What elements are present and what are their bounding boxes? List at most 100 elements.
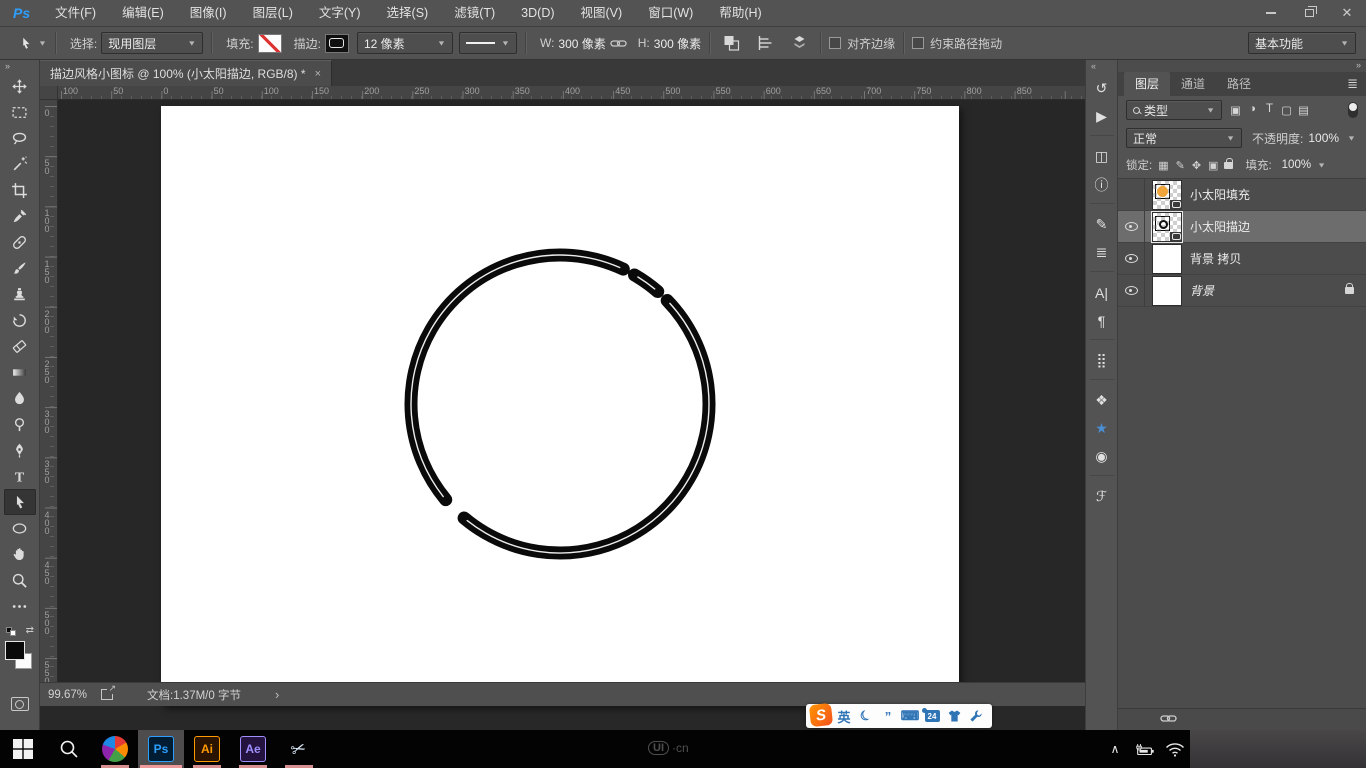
visibility-toggle[interactable] [1118,275,1145,307]
tool-preset-button[interactable] [12,31,38,55]
taskbar-photoshop-button[interactable]: Ps [138,730,184,768]
pen-tool[interactable] [4,437,36,463]
path-selection-tool[interactable] [4,489,36,515]
document-tab[interactable]: 描边风格小图标 @ 100% (小太阳描边, RGB/8) * × [40,60,332,86]
fill-swatch[interactable] [258,34,282,53]
restore-button[interactable] [1290,0,1328,27]
taskbar-aftereffects-button[interactable]: Ae [230,730,276,768]
menu-item-9[interactable]: 窗口(W) [635,6,706,20]
zoom-level-field[interactable]: 99.67% [48,689,87,701]
menu-item-8[interactable]: 视图(V) [568,6,636,20]
lock-pixels-icon[interactable]: ✎ [1176,159,1185,172]
zoom-tool[interactable] [4,567,36,593]
history-brush-tool[interactable] [4,307,36,333]
menu-item-3[interactable]: 图层(L) [240,6,306,20]
panel-tab-0[interactable]: 图层 [1124,72,1170,96]
brush-tool[interactable] [4,255,36,281]
character-panel-icon[interactable]: A| [1089,280,1115,305]
eraser-tool[interactable] [4,333,36,359]
camera-raw-panel-icon[interactable]: ◉ [1089,444,1115,469]
layer-styles-panel-icon[interactable]: ℱ [1089,484,1115,509]
path-alignment-button[interactable] [752,31,778,55]
move-tool[interactable] [4,73,36,99]
spot-healing-brush-tool[interactable] [4,229,36,255]
hand-tool[interactable] [4,541,36,567]
menu-item-5[interactable]: 选择(S) [374,6,442,20]
filter-adjustment-layers-icon[interactable]: ◑ [1244,103,1261,117]
taskbar-right-panel[interactable] [1190,730,1366,768]
layer-row-1[interactable]: 小太阳描边 [1118,211,1366,243]
lock-transparency-icon[interactable]: ▦ [1158,159,1168,172]
path-operations-button[interactable] [718,31,744,55]
punctuation-icon[interactable]: ” [878,705,898,727]
eyedropper-tool[interactable] [4,203,36,229]
chevron-down-icon[interactable]: ▼ [1317,161,1326,169]
minimize-button[interactable] [1252,0,1290,27]
filter-type-layers-icon[interactable]: T [1261,103,1278,117]
toolbar-collapse-button[interactable]: » [0,60,39,73]
paragraph-panel-icon[interactable]: ¶ [1089,308,1115,333]
battery-icon[interactable] [1134,730,1156,768]
taskbar-screenshot-button[interactable]: ✂ [276,730,322,768]
height-value-field[interactable]: 300 像素 [654,35,701,52]
brushes-panel-icon[interactable]: ✎ [1089,212,1115,237]
brush-settings-panel-icon[interactable]: ≣ [1089,240,1115,265]
constrain-path-checkbox[interactable]: 约束路径拖动 [912,35,1002,52]
history-panel-icon[interactable]: ↺ [1089,76,1115,101]
blur-tool[interactable] [4,385,36,411]
layer-row-0[interactable]: 小太阳填充 [1118,179,1366,211]
stroke-type-dropdown[interactable]: ▼ [459,32,517,54]
info-panel-icon[interactable]: ⓘ [1089,172,1115,197]
ime-language-button[interactable]: 英 [834,705,854,727]
wifi-icon[interactable] [1164,730,1186,768]
panel-collapse-button[interactable]: » [1118,60,1366,72]
close-button[interactable]: ✕ [1328,0,1366,27]
workspace-dropdown[interactable]: 基本功能 ▼ [1248,32,1356,54]
blend-mode-dropdown[interactable]: 正常 ▼ [1126,128,1242,148]
moon-mode-icon[interactable]: ☾ [852,702,879,730]
layer-thumbnail[interactable] [1152,244,1182,274]
panel-tab-1[interactable]: 通道 [1170,72,1216,96]
layer-thumbnail[interactable] [1152,180,1182,210]
person-24-icon[interactable]: 24 [922,705,942,727]
crop-tool[interactable] [4,177,36,203]
start-button[interactable] [0,730,46,768]
dodge-tool[interactable] [4,411,36,437]
actions-panel-icon[interactable]: ▶ [1089,104,1115,129]
status-menu-chevron-icon[interactable]: › [275,687,279,702]
stroke-width-input[interactable]: 12 像素 ▼ [357,32,453,54]
path-arrangement-button[interactable] [786,31,812,55]
select-mode-dropdown[interactable]: 现用图层 ▼ [101,32,203,54]
menu-item-7[interactable]: 3D(D) [508,6,567,20]
adjustments-panel-icon[interactable]: ❖ [1089,388,1115,413]
more-tools-tool[interactable] [4,593,36,619]
link-layers-icon[interactable] [1160,712,1177,728]
lock-all-icon[interactable] [1224,162,1233,169]
menu-item-6[interactable]: 滤镜(T) [441,6,508,20]
filter-pixel-layers-icon[interactable]: ▣ [1227,103,1244,117]
skin-shirt-icon[interactable] [944,705,964,727]
tray-chevron-up-icon[interactable]: ∧ [1104,730,1126,768]
type-tool[interactable]: T [4,463,36,489]
layer-thumbnail[interactable] [1152,276,1182,306]
layer-row-2[interactable]: 背景 拷贝 [1118,243,1366,275]
filter-type-dropdown[interactable]: 类型 ▼ [1126,100,1222,120]
taskbar-search-button[interactable] [46,730,92,768]
menu-item-2[interactable]: 图像(I) [177,6,240,20]
quick-mask-button[interactable] [11,697,29,711]
quick-selection-tool[interactable] [4,151,36,177]
foreground-color-swatch[interactable] [5,641,25,660]
lasso-tool[interactable] [4,125,36,151]
taskbar-browser-button[interactable] [92,730,138,768]
panel-tab-2[interactable]: 路径 [1216,72,1262,96]
soft-keyboard-icon[interactable]: ⌨ [900,705,920,727]
gradient-tool[interactable] [4,359,36,385]
opacity-value-field[interactable]: 100% [1308,131,1339,145]
clone-stamp-tool[interactable] [4,281,36,307]
layer-thumbnail[interactable] [1152,212,1182,242]
libraries-panel-icon[interactable]: ◫ [1089,144,1115,169]
share-icon[interactable] [101,689,113,700]
tab-close-icon[interactable]: × [315,68,321,80]
align-edges-checkbox[interactable]: 对齐边缘 [829,35,895,52]
layer-row-3[interactable]: 背景 [1118,275,1366,307]
